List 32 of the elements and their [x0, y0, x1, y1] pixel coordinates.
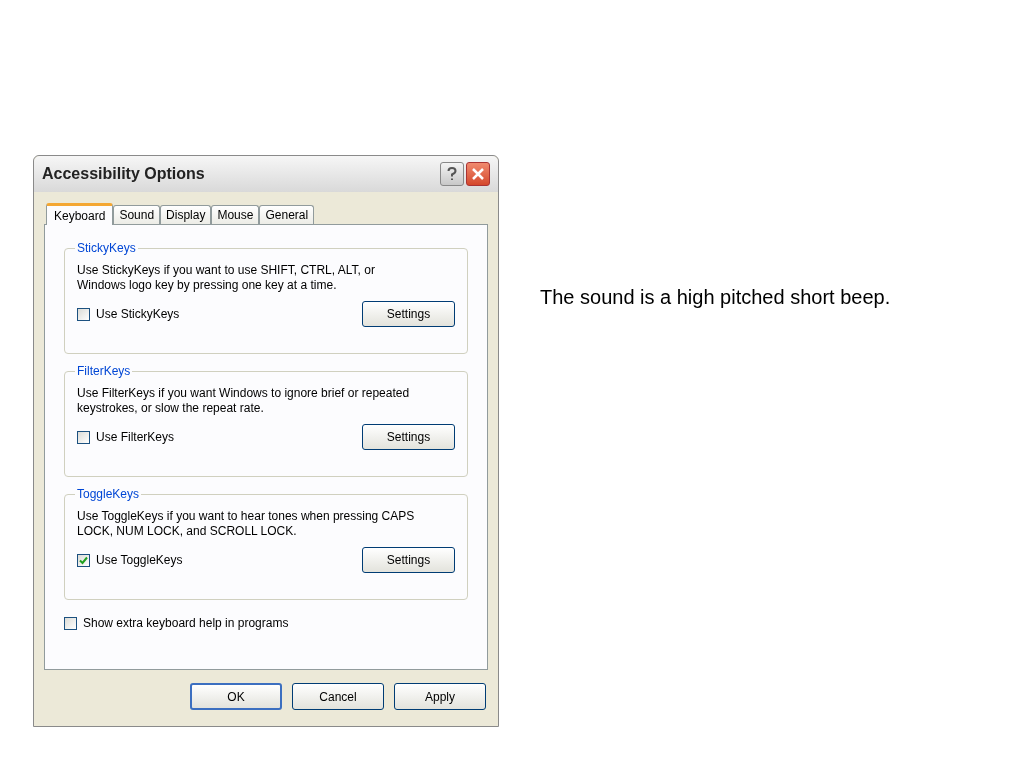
close-button[interactable] — [466, 162, 490, 186]
group-description: Use StickyKeys if you want to use SHIFT, CTRL, ALT, or Windows logo key by pressing one key at a time. — [77, 263, 376, 293]
dialog-button[interactable]: Cancel — [292, 683, 384, 710]
group-title: ToggleKeys — [76, 486, 141, 503]
settings-button[interactable]: Settings — [362, 301, 455, 327]
group-description: Use ToggleKeys if you want to hear tones when pressing CAPS LOCK, NUM LOCK, and SCROLL LOCK. — [77, 509, 416, 539]
checkbox-label: Use StickyKeys — [96, 306, 180, 323]
dialog-button[interactable]: OK — [190, 683, 282, 710]
checkbox-label: Use FilterKeys — [96, 429, 175, 446]
close-icon — [472, 168, 484, 180]
checkbox[interactable] — [77, 553, 90, 567]
settings-button[interactable]: Settings — [362, 424, 455, 450]
caption-text: The sound is a high pitched short beep. — [540, 285, 891, 310]
tab[interactable]: General — [259, 205, 315, 224]
tab[interactable]: Keyboard — [46, 203, 114, 225]
checkbox[interactable] — [77, 307, 90, 321]
settings-button[interactable]: Settings — [362, 547, 455, 573]
question-mark-icon — [447, 167, 457, 181]
tab[interactable]: Sound — [113, 205, 161, 224]
dialog-button[interactable]: Apply — [394, 683, 486, 710]
group-title: StickyKeys — [76, 240, 137, 257]
group-title: FilterKeys — [76, 363, 132, 380]
checkbox[interactable] — [77, 430, 90, 444]
checkbox-label: Show extra keyboard help in programs — [83, 615, 289, 632]
tab[interactable]: Mouse — [211, 205, 260, 224]
checkmark-icon — [79, 555, 88, 565]
window-title: Accessibility Options — [42, 164, 205, 184]
group-description: Use FilterKeys if you want Windows to ignore brief or repeated keystrokes, or slow the repeat rate. — [77, 386, 411, 416]
help-button[interactable] — [440, 162, 464, 186]
checkbox-label: Use ToggleKeys — [96, 552, 183, 569]
tab[interactable]: Display — [160, 205, 212, 224]
checkbox[interactable] — [64, 616, 77, 630]
